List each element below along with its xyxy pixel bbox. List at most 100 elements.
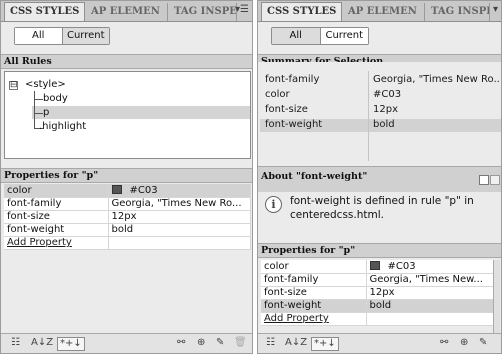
property-row-font-size[interactable]: font-size 12px [4,210,251,224]
mode-toggle-row: All Current [1,22,252,50]
property-value[interactable]: Georgia, "Times New Ro... [108,197,251,211]
property-row-font-weight[interactable]: font-weight bold [261,299,500,313]
summary-row-color[interactable]: color #C03 [260,89,501,102]
tree-node-body[interactable]: body [43,93,68,104]
property-row-color[interactable]: color #C03 [4,184,251,198]
attach-stylesheet-icon[interactable]: ⚯ [440,337,448,348]
summary-for-selection: font-family Georgia, "Times New Ro... co… [258,62,501,165]
current-mode-button[interactable]: Current [320,28,368,44]
panel-tab-bar: CSS STYLES AP ELEMEN TAG INSPE ▾☰ [1,1,252,22]
rules-tree: ⊟ <style> body p .highlight [4,71,251,159]
all-mode-button[interactable]: All [15,28,63,44]
tree-node-highlight[interactable]: .highlight [39,121,86,132]
category-view-icon[interactable]: ☷ [266,337,275,348]
property-row-font-weight[interactable]: font-weight bold [4,223,251,237]
summary-value: Georgia, "Times New Ro... [373,74,499,85]
tree-node-p[interactable]: p [43,107,49,118]
all-mode-button[interactable]: All [272,28,321,44]
tab-css-styles[interactable]: CSS STYLES [4,2,85,21]
tab-tag-inspector[interactable]: TAG INSPE [169,3,237,21]
mode-toggle-row: All Current [258,22,501,50]
color-swatch[interactable] [369,260,380,270]
panel-toolbar: ☷ A↓Z *+↓ ⚯ ⊕ ✎ [258,333,501,353]
set-properties-view-icon[interactable]: *+↓ [311,337,339,351]
property-value[interactable]: bold [108,223,251,237]
tab-ap-elements[interactable]: AP ELEMEN [86,3,168,21]
properties-header: Properties for "p" [258,243,501,258]
color-value: #C03 [129,184,158,196]
empty-cell [108,236,251,250]
properties-scrollbar[interactable] [493,260,500,338]
css-styles-panel-current: CSS STYLES AP ELEMEN TAG INSPE ▾ All Cur… [257,0,502,354]
property-row-font-family[interactable]: font-family Georgia, "Times New Ro... [4,197,251,211]
property-name: font-weight [261,299,367,313]
tab-ap-elements[interactable]: AP ELEMEN [343,3,425,21]
info-icon: i [265,196,282,213]
property-name: color [4,184,109,198]
property-row-font-family[interactable]: font-family Georgia, "Times New... [261,273,500,287]
summary-value: 12px [373,104,398,115]
property-value[interactable]: #C03 [366,260,500,274]
tree-node-style[interactable]: <style> [25,79,66,90]
color-value: #C03 [387,260,416,272]
empty-cell [366,312,500,326]
summary-name: font-size [265,104,308,115]
summary-name: font-weight [265,119,323,130]
tab-tag-inspector[interactable]: TAG INSPE [426,3,490,21]
collapse-icon[interactable]: ⊟ [9,81,18,90]
property-row-font-size[interactable]: font-size 12px [261,286,500,300]
panel-options-menu-icon[interactable]: ▾☰ [235,4,249,15]
alphabetical-view-icon[interactable]: A↓Z [285,337,307,348]
show-info-icon[interactable] [479,175,489,185]
alphabetical-view-icon[interactable]: A↓Z [31,337,53,348]
property-name: font-family [261,273,367,287]
add-property-link[interactable]: Add Property [4,236,109,250]
set-properties-view-icon[interactable]: *+↓ [57,337,85,351]
property-value[interactable]: 12px [366,286,500,300]
panel-toolbar: ☷ A↓Z *+↓ ⚯ ⊕ ✎ 🗑 [1,333,252,353]
category-view-icon[interactable]: ☷ [11,337,20,348]
delete-rule-icon[interactable]: 🗑 [234,337,247,348]
property-name: font-size [4,210,109,224]
summary-row-font-family[interactable]: font-family Georgia, "Times New Ro... [260,74,501,87]
summary-value: #C03 [373,89,402,100]
tab-css-styles[interactable]: CSS STYLES [261,2,342,21]
property-value[interactable]: Georgia, "Times New... [366,273,500,287]
panel-tab-bar: CSS STYLES AP ELEMEN TAG INSPE ▾ [258,1,501,22]
summary-row-font-size[interactable]: font-size 12px [260,104,501,117]
attach-stylesheet-icon[interactable]: ⚯ [177,337,185,348]
info-option-icon[interactable] [490,175,500,185]
mode-toggle: All Current [271,27,369,45]
css-styles-panel-all: CSS STYLES AP ELEMEN TAG INSPE ▾☰ All Cu… [0,0,253,354]
panel-options-menu-icon[interactable]: ▾ [493,4,498,15]
edit-rule-icon[interactable]: ✎ [479,337,487,348]
property-row-color[interactable]: color #C03 [261,260,500,274]
about-section: i font-weight is defined in rule "p" in … [258,169,501,243]
property-name: font-size [261,286,367,300]
summary-name: font-family [265,74,320,85]
property-value[interactable]: 12px [108,210,251,224]
current-mode-button[interactable]: Current [62,28,109,44]
summary-value: bold [373,119,395,130]
tree-connector [34,113,43,114]
tree-selection-highlight [32,106,250,119]
mode-toggle: All Current [14,27,110,45]
new-rule-icon[interactable]: ⊕ [197,337,205,348]
about-text: font-weight is defined in rule "p" in ce… [290,195,474,221]
new-rule-icon[interactable]: ⊕ [460,337,468,348]
properties-header: Properties for "p" [1,168,252,183]
property-value[interactable]: bold [366,299,500,313]
property-name: color [261,260,367,274]
summary-divider [368,71,369,161]
tree-connector [34,91,35,129]
edit-rule-icon[interactable]: ✎ [216,337,224,348]
add-property-link[interactable]: Add Property [261,312,367,326]
summary-row-font-weight[interactable]: font-weight bold [260,119,501,132]
add-property-row: Add Property [4,236,251,250]
color-swatch[interactable] [111,184,122,194]
summary-name: color [265,89,290,100]
property-value[interactable]: #C03 [108,184,251,198]
properties-table: color #C03 font-family Georgia, "Times N… [261,260,500,338]
add-property-row: Add Property [261,312,500,326]
property-name: font-family [4,197,109,211]
